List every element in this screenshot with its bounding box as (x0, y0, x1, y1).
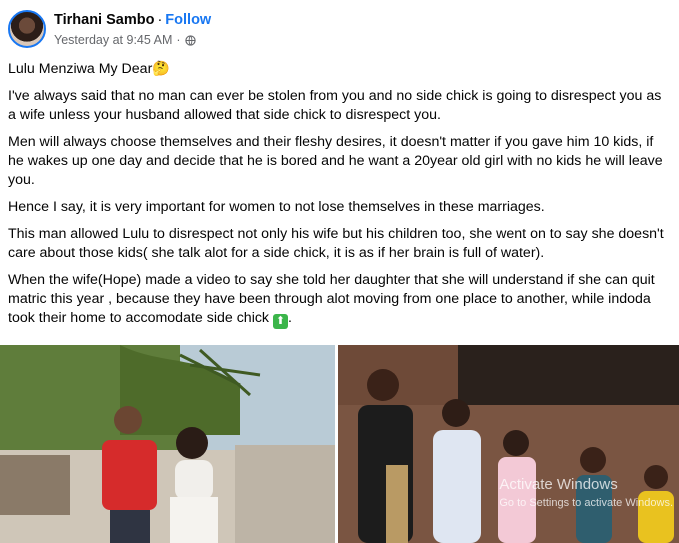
post-timestamp[interactable]: Yesterday at 9:45 AM (54, 33, 172, 47)
post-meta: Yesterday at 9:45 AM · (54, 33, 196, 47)
watermark-subtitle: Go to Settings to activate Windows. (499, 497, 673, 509)
watermark-title: Activate Windows (499, 476, 618, 493)
post-paragraph: This man allowed Lulu to disrespect not … (8, 226, 664, 261)
photo-family[interactable]: Activate Windows Go to Settings to activ… (338, 345, 679, 543)
meta-separator: · (176, 33, 181, 47)
windows-activation-watermark: Activate Windows Go to Settings to activ… (499, 475, 673, 513)
follow-button[interactable]: Follow (165, 12, 211, 28)
post-paragraph: Lulu Menziwa My Dear🤔 (8, 61, 170, 77)
post-paragraph: Hence I say, it is very important for wo… (8, 199, 545, 215)
author-line: Tirhani Sambo · Follow (54, 12, 211, 28)
photo-couple[interactable] (0, 345, 335, 543)
author-name[interactable]: Tirhani Sambo (54, 12, 154, 28)
photo-grid: Activate Windows Go to Settings to activ… (0, 345, 679, 543)
post-paragraph-last: When the wife(Hope) made a video to say … (8, 271, 668, 329)
post-paragraph-text: When the wife(Hope) made a video to say … (8, 272, 655, 326)
post-body: Lulu Menziwa My Dear🤔 I've always said t… (8, 60, 668, 337)
up-arrow-emoji-icon: ⬆ (272, 314, 288, 329)
trailing-period: . (287, 310, 292, 326)
post-paragraph: I've always said that no man can ever be… (8, 88, 662, 123)
name-separator: · (157, 12, 163, 28)
author-avatar[interactable] (8, 10, 46, 48)
facebook-post: Tirhani Sambo · Follow Yesterday at 9:45 A… (0, 0, 679, 543)
post-header: Tirhani Sambo · Follow Yesterday at 9:45 A… (8, 8, 668, 52)
globe-icon (184, 34, 196, 46)
post-paragraph: Men will always choose themselves and th… (8, 134, 663, 188)
